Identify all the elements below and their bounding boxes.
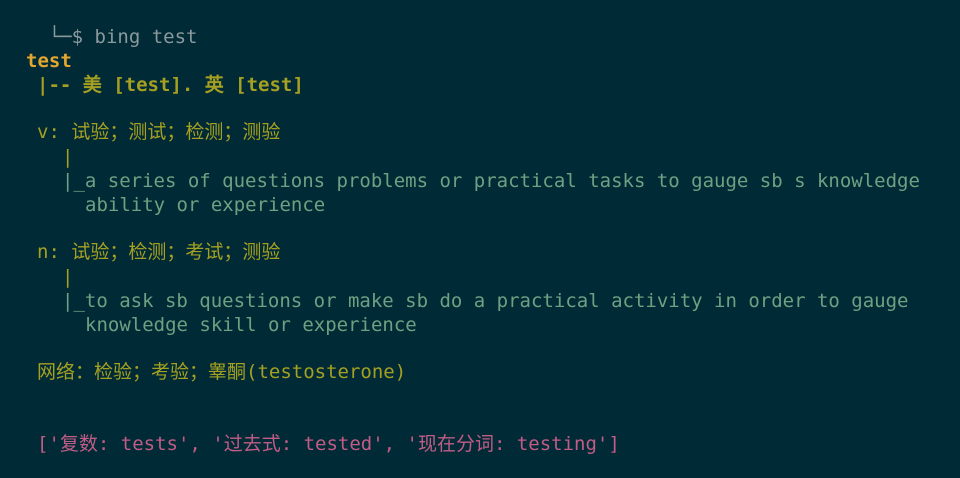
- prompt-line: └─$ bing test: [3, 1, 198, 48]
- sense-noun-tree-bar: |: [62, 266, 74, 288]
- web-definitions-line: 网络：检验；考验；睾酮(testosterone): [37, 361, 407, 383]
- sense-verb-definition-cont: ability or experience: [85, 194, 326, 216]
- word-forms-line: ['复数: tests', '过去式: tested', '现在分词: test…: [37, 433, 620, 455]
- sense-verb-definition: |_a series of questions problems or prac…: [62, 170, 920, 192]
- sense-noun-definition-cont: knowledge skill or experience: [85, 314, 417, 336]
- terminal-window[interactable]: └─$ bing test test |-- 美 [test]. 英 [test…: [0, 0, 960, 478]
- prompt-prefix: └─$: [48, 26, 95, 48]
- sense-verb-tree-bar: |: [62, 146, 74, 168]
- sense-noun-pos-line: n: 试验；检测；考试；测验: [37, 241, 281, 263]
- sense-verb-pos-line: v: 试验；测试；检测；测验: [37, 121, 281, 143]
- headword: test: [26, 50, 72, 72]
- prompt-command: bing test: [94, 26, 198, 48]
- phonetic-line: |-- 美 [test]. 英 [test]: [37, 74, 304, 96]
- sense-noun-definition: |_to ask sb questions or make sb do a pr…: [62, 290, 909, 312]
